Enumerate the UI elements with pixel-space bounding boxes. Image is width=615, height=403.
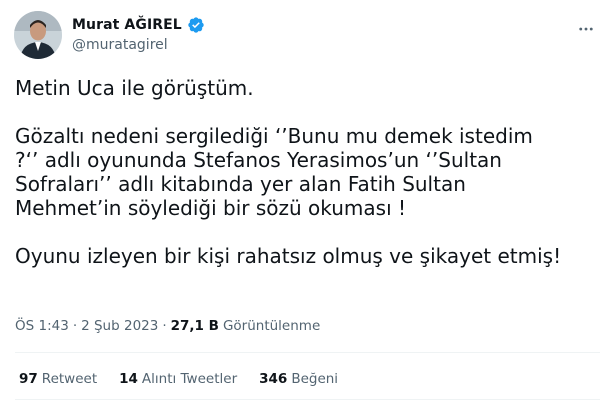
tweet-line: Mehmet’in söylediği bir sözü okuması ! (15, 196, 407, 220)
views-label: Görüntülenme (222, 318, 321, 334)
views-count: 27,1 B (170, 318, 219, 334)
tweet-line: Gözaltı nedeni sergilediği ‘’Bunu mu dem… (15, 124, 533, 148)
retweets-label: Retweet (41, 371, 98, 387)
verified-badge-icon (188, 17, 204, 33)
more-horizontal-icon (579, 27, 593, 31)
tweet-line: ?‘’ adlı oyununda Stefanos Yerasimos’un … (15, 148, 502, 172)
retweets-count: 97 (19, 371, 38, 387)
quotes-count: 14 (119, 371, 138, 387)
tweet-line: Metin Uca ile görüştüm. (15, 76, 254, 100)
tweet-meta: ÖS 1:43 · 2 Şub 2023 · 27,1 B Görüntülen… (15, 318, 320, 334)
tweet-line: Sofraları’’ adlı kitabında yer alan Fati… (15, 172, 466, 196)
likes-stat[interactable]: 346 Beğeni (259, 371, 338, 387)
tweet-time[interactable]: ÖS 1:43 (15, 318, 69, 334)
meta-separator: · (72, 318, 78, 334)
divider (15, 352, 600, 353)
retweets-stat[interactable]: 97 Retweet (19, 371, 97, 387)
quotes-label: Alıntı Tweetler (141, 371, 238, 387)
tweet-stats: 97 Retweet 14 Alıntı Tweetler 346 Beğeni (19, 371, 360, 387)
avatar-photo (14, 11, 62, 59)
tweet-header: Murat AĞIREL @muratagirel (14, 10, 601, 62)
more-button[interactable] (571, 14, 601, 44)
tweet-line: Oyunu izleyen bir kişi rahatsız olmuş ve… (15, 244, 562, 268)
tweet-text: Metin Uca ile görüştüm. Gözaltı nedeni s… (15, 76, 600, 268)
divider (15, 399, 600, 400)
avatar[interactable] (14, 11, 62, 59)
meta-separator: · (162, 318, 167, 334)
likes-label: Beğeni (291, 371, 339, 387)
author-display-name[interactable]: Murat AĞIREL (72, 17, 182, 33)
author-handle[interactable]: @muratagirel (72, 37, 205, 53)
tweet-date[interactable]: 2 Şub 2023 (81, 318, 158, 334)
quotes-stat[interactable]: 14 Alıntı Tweetler (119, 371, 237, 387)
likes-count: 346 (259, 371, 288, 387)
